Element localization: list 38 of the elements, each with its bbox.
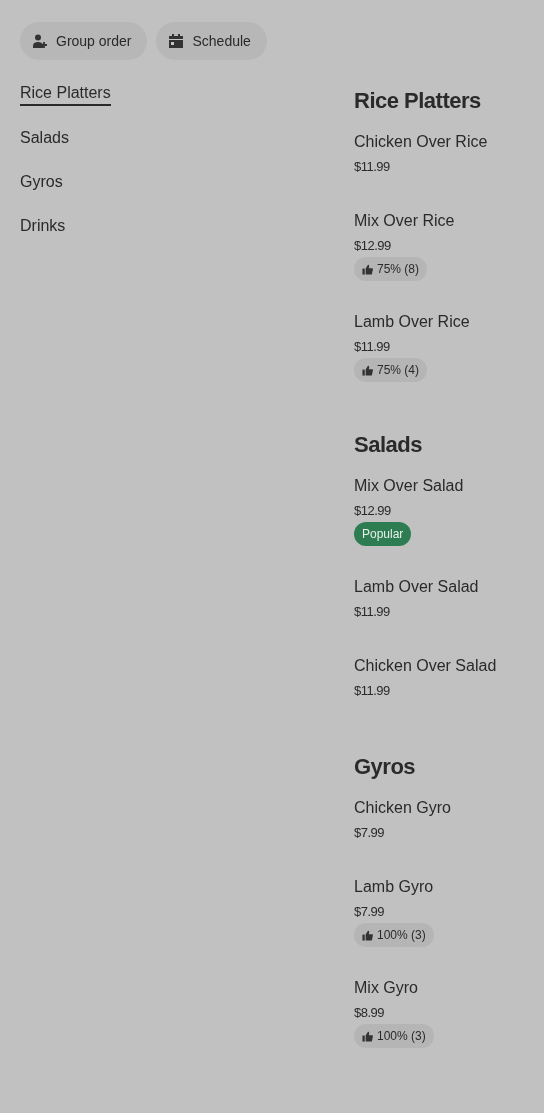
section-heading: Gyros (354, 753, 417, 781)
section-heading: Salads (354, 431, 423, 459)
rating-badge: 100% (3) (354, 1024, 434, 1048)
popular-tag: Popular (354, 522, 412, 546)
category-link[interactable]: Rice Platters (20, 82, 111, 106)
item-price: $11.99 (354, 158, 390, 176)
item-name[interactable]: Lamb Over Salad (354, 575, 479, 599)
thumbs-up-icon (362, 1030, 373, 1042)
thumbs-up-icon (362, 364, 373, 376)
item-price: $7.99 (354, 824, 385, 842)
thumbs-up-icon (362, 263, 373, 275)
section-heading: Rice Platters (354, 87, 482, 115)
category-link[interactable]: Gyros (20, 170, 63, 194)
group-order-button[interactable]: Group order (20, 22, 148, 60)
calendar-icon (168, 33, 185, 49)
item-price: $11.99 (354, 338, 390, 356)
item-name[interactable]: Lamb Gyro (354, 875, 434, 899)
item-name[interactable]: Chicken Over Rice (354, 130, 488, 154)
item-name[interactable]: Mix Over Salad (354, 474, 464, 498)
item-price: $7.99 (354, 903, 385, 921)
person-add-icon (32, 33, 48, 49)
item-price: $11.99 (354, 603, 390, 621)
item-name[interactable]: Mix Over Rice (354, 209, 455, 233)
rating-badge: 75% (4) (354, 358, 428, 382)
category-link[interactable]: Drinks (20, 214, 66, 238)
schedule-button[interactable]: Schedule (156, 22, 267, 60)
item-price: $8.99 (354, 1004, 385, 1022)
item-price: $12.99 (354, 237, 391, 255)
item-name[interactable]: Mix Gyro (354, 976, 418, 1000)
thumbs-up-icon (362, 929, 373, 941)
item-name[interactable]: Chicken Gyro (354, 796, 451, 820)
rating-badge: 75% (8) (354, 257, 428, 281)
item-name[interactable]: Chicken Over Salad (354, 654, 497, 678)
item-price: $12.99 (354, 502, 391, 520)
item-price: $11.99 (354, 682, 390, 700)
category-link[interactable]: Salads (20, 126, 69, 150)
rating-badge: 100% (3) (354, 923, 434, 947)
item-name[interactable]: Lamb Over Rice (354, 310, 470, 334)
